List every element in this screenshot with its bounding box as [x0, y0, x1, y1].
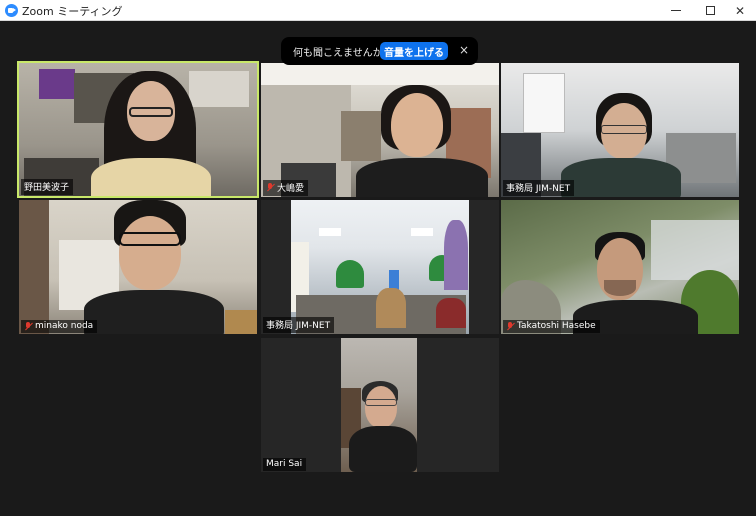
poster	[39, 69, 75, 99]
shirt	[356, 158, 488, 197]
minimize-button[interactable]	[658, 0, 694, 21]
participant-name: 事務局 JIM-NET	[266, 321, 331, 331]
jacket	[561, 158, 681, 197]
audio-warning-banner: 何も聞こえませんか？ 音量を上げる ×	[281, 37, 478, 65]
glasses	[601, 125, 647, 134]
video-tile[interactable]: Takatoshi Hasebe	[501, 200, 739, 334]
sweater	[91, 158, 211, 196]
title-bar: Zoom ミーティング ✕	[0, 0, 756, 21]
face	[365, 386, 397, 428]
window-title: Zoom ミーティング	[22, 5, 123, 18]
video-tile[interactable]: minako noda	[19, 200, 257, 334]
close-icon: ×	[458, 43, 470, 57]
video-tile[interactable]: Mari Sai	[261, 338, 499, 472]
maximize-icon	[705, 6, 715, 15]
close-icon: ✕	[734, 3, 746, 18]
glasses	[119, 232, 181, 246]
raise-volume-button[interactable]: 音量を上げる	[380, 42, 448, 60]
box	[225, 310, 257, 334]
face	[119, 216, 181, 290]
video-tile[interactable]: 事務局 JIM-NET	[501, 63, 739, 197]
wall-unit	[189, 71, 249, 107]
shelves	[341, 111, 381, 161]
zoom-icon	[5, 4, 18, 17]
video-tile[interactable]: 大嶋愛	[261, 63, 499, 197]
participant-name: Mari Sai	[266, 459, 303, 469]
person-standing	[444, 220, 468, 290]
ceiling-light	[411, 228, 433, 236]
close-banner-button[interactable]: ×	[457, 41, 471, 59]
participant-name-label: minako noda	[21, 320, 98, 333]
video-tile[interactable]: 野田美波子	[17, 61, 259, 198]
participant-name: minako noda	[35, 321, 94, 331]
participant-name-label: 事務局 JIM-NET	[503, 180, 575, 196]
mic-muted-icon	[506, 321, 514, 331]
mic-muted-icon	[24, 321, 32, 331]
sweater	[84, 290, 224, 334]
glasses	[365, 399, 397, 406]
close-window-button[interactable]: ✕	[722, 0, 756, 21]
participant-name-label: 事務局 JIM-NET	[263, 317, 335, 333]
waterfall	[651, 220, 739, 280]
participant-name-label: 野田美波子	[21, 179, 74, 195]
glasses	[129, 107, 173, 117]
palm-mural	[336, 260, 364, 288]
participant-name-label: Takatoshi Hasebe	[503, 320, 600, 333]
ceiling-light	[319, 228, 341, 236]
participant-name: 大嶋愛	[277, 184, 305, 194]
participant-name: 事務局 JIM-NET	[506, 184, 571, 194]
participant-name-label: 大嶋愛	[263, 180, 309, 196]
face	[391, 93, 443, 157]
participant-name: Takatoshi Hasebe	[517, 321, 596, 331]
beard	[604, 280, 636, 296]
sweater	[349, 426, 417, 472]
person-seated	[376, 288, 406, 328]
mic-muted-icon	[266, 183, 274, 192]
person-seated	[436, 298, 466, 328]
video-tile[interactable]: 事務局 JIM-NET	[261, 200, 499, 334]
participant-name: 野田美波子	[24, 183, 70, 193]
banner-message: 何も聞こえませんか？	[293, 48, 393, 59]
bookshelf	[19, 200, 49, 334]
ceiling	[261, 63, 499, 85]
minimize-icon	[671, 10, 681, 11]
video-gallery: 野田美波子 大嶋愛 事務局 JIM-NET minako noda 事務局 JI…	[0, 21, 756, 516]
whiteboard	[523, 73, 565, 133]
participant-name-label: Mari Sai	[263, 458, 307, 471]
